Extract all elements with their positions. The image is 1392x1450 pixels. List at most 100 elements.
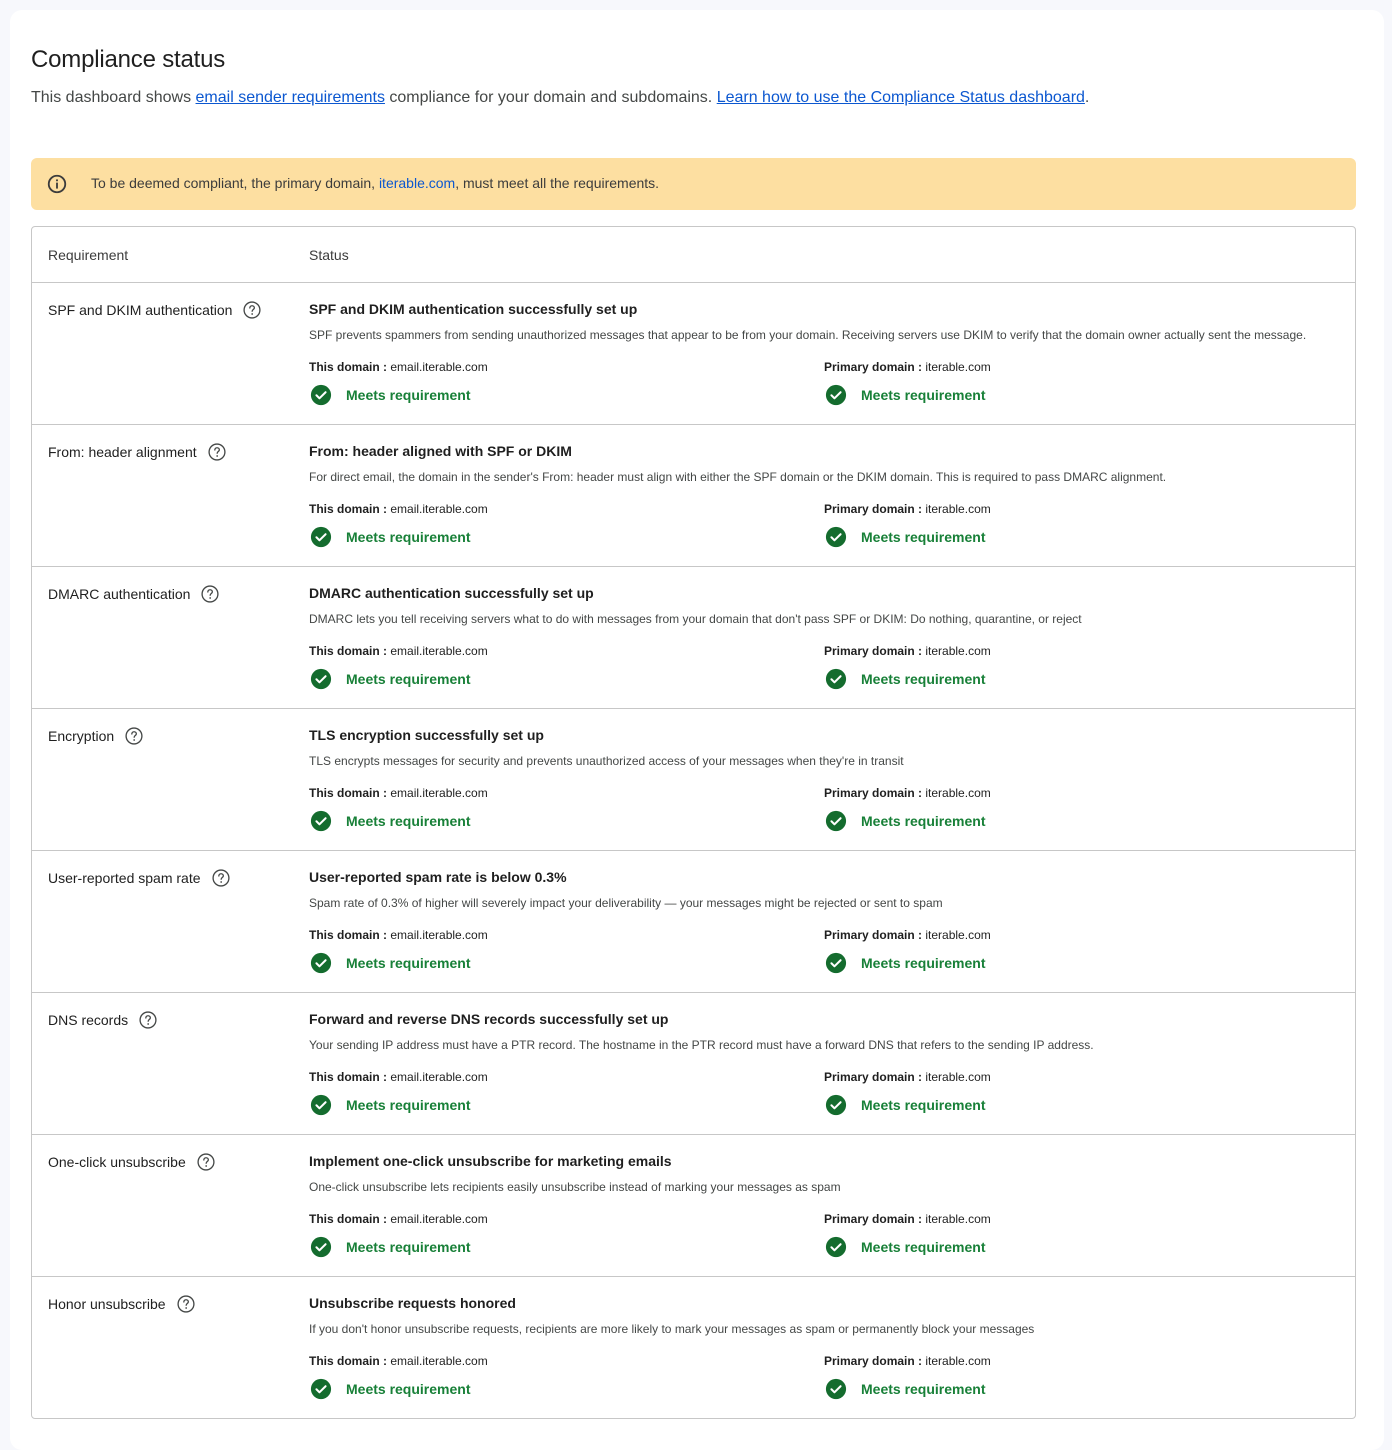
primary-domain-line: Primary domain : iterable.com bbox=[824, 1354, 991, 1368]
this-domain-line: This domain : email.iterable.com bbox=[309, 502, 488, 516]
subtitle-text: This dashboard shows bbox=[31, 89, 196, 106]
learn-dashboard-link[interactable]: Learn how to use the Compliance Status d… bbox=[717, 89, 1085, 106]
primary-domain-label: Primary domain : bbox=[824, 502, 923, 516]
primary-domain-status: Primary domain : iterable.com Meets requ… bbox=[824, 786, 991, 832]
requirement-name: DMARC authentication bbox=[48, 586, 191, 602]
this-domain-value: email.iterable.com bbox=[390, 502, 488, 516]
help-icon[interactable] bbox=[207, 442, 227, 462]
table-row: Encryption TLS encryption successfully s… bbox=[32, 709, 1355, 851]
status-description: TLS encrypts messages for security and p… bbox=[309, 754, 904, 768]
check-circle-icon bbox=[310, 526, 332, 548]
this-domain-line: This domain : email.iterable.com bbox=[309, 1212, 488, 1226]
requirement-cell: Honor unsubscribe bbox=[48, 1294, 196, 1314]
status-description: SPF prevents spammers from sending unaut… bbox=[309, 328, 1307, 342]
this-domain-label: This domain : bbox=[309, 786, 387, 800]
primary-domain-label: Primary domain : bbox=[824, 1354, 923, 1368]
help-icon[interactable] bbox=[242, 300, 262, 320]
status-description: DMARC lets you tell receiving servers wh… bbox=[309, 612, 1082, 626]
this-domain-line: This domain : email.iterable.com bbox=[309, 360, 488, 374]
table-row: One-click unsubscribe Implement one-clic… bbox=[32, 1135, 1355, 1277]
this-domain-value: email.iterable.com bbox=[390, 1354, 488, 1368]
primary-domain-result: Meets requirement bbox=[824, 668, 991, 690]
this-domain-value: email.iterable.com bbox=[390, 644, 488, 658]
requirement-cell: User-reported spam rate bbox=[48, 868, 231, 888]
this-domain-status-text: Meets requirement bbox=[346, 1239, 471, 1255]
this-domain-status: This domain : email.iterable.com Meets r… bbox=[309, 502, 488, 548]
primary-domain-status-text: Meets requirement bbox=[861, 529, 986, 545]
this-domain-status: This domain : email.iterable.com Meets r… bbox=[309, 1354, 488, 1400]
check-circle-icon bbox=[825, 1236, 847, 1258]
primary-domain-result: Meets requirement bbox=[824, 526, 991, 548]
primary-domain-line: Primary domain : iterable.com bbox=[824, 786, 991, 800]
status-description: For direct email, the domain in the send… bbox=[309, 470, 1167, 484]
help-icon[interactable] bbox=[124, 726, 144, 746]
check-circle-icon bbox=[825, 526, 847, 548]
help-icon[interactable] bbox=[176, 1294, 196, 1314]
primary-domain-status: Primary domain : iterable.com Meets requ… bbox=[824, 1354, 991, 1400]
this-domain-value: email.iterable.com bbox=[390, 1070, 488, 1084]
check-circle-icon bbox=[825, 810, 847, 832]
help-icon[interactable] bbox=[211, 868, 231, 888]
check-circle-icon bbox=[310, 952, 332, 974]
this-domain-status: This domain : email.iterable.com Meets r… bbox=[309, 1070, 488, 1116]
this-domain-status: This domain : email.iterable.com Meets r… bbox=[309, 360, 488, 406]
requirement-cell: DMARC authentication bbox=[48, 584, 220, 604]
requirements-table: Requirement Status SPF and DKIM authenti… bbox=[31, 226, 1356, 1419]
email-sender-requirements-link[interactable]: email sender requirements bbox=[196, 89, 385, 106]
help-icon[interactable] bbox=[200, 584, 220, 604]
this-domain-result: Meets requirement bbox=[309, 526, 488, 548]
check-circle-icon bbox=[825, 952, 847, 974]
this-domain-label: This domain : bbox=[309, 928, 387, 942]
primary-domain-label: Primary domain : bbox=[824, 928, 923, 942]
primary-domain-line: Primary domain : iterable.com bbox=[824, 1212, 991, 1226]
primary-domain-label: Primary domain : bbox=[824, 786, 923, 800]
requirement-cell: Encryption bbox=[48, 726, 144, 746]
this-domain-label: This domain : bbox=[309, 644, 387, 658]
primary-domain-line: Primary domain : iterable.com bbox=[824, 928, 991, 942]
banner-message: To be deemed compliant, the primary doma… bbox=[91, 175, 659, 191]
primary-domain-line: Primary domain : iterable.com bbox=[824, 644, 991, 658]
help-icon[interactable] bbox=[196, 1152, 216, 1172]
this-domain-status: This domain : email.iterable.com Meets r… bbox=[309, 928, 488, 974]
this-domain-result: Meets requirement bbox=[309, 1094, 488, 1116]
this-domain-status-text: Meets requirement bbox=[346, 529, 471, 545]
primary-domain-line: Primary domain : iterable.com bbox=[824, 1070, 991, 1084]
status-title: TLS encryption successfully set up bbox=[309, 727, 544, 743]
status-description: Spam rate of 0.3% of higher will severel… bbox=[309, 896, 943, 910]
primary-domain-line: Primary domain : iterable.com bbox=[824, 502, 991, 516]
check-circle-icon bbox=[310, 384, 332, 406]
this-domain-label: This domain : bbox=[309, 1070, 387, 1084]
this-domain-label: This domain : bbox=[309, 1354, 387, 1368]
this-domain-line: This domain : email.iterable.com bbox=[309, 1354, 488, 1368]
primary-domain-result: Meets requirement bbox=[824, 384, 991, 406]
this-domain-line: This domain : email.iterable.com bbox=[309, 644, 488, 658]
check-circle-icon bbox=[825, 1378, 847, 1400]
help-icon[interactable] bbox=[138, 1010, 158, 1030]
primary-domain-status-text: Meets requirement bbox=[861, 671, 986, 687]
primary-domain-label: Primary domain : bbox=[824, 360, 923, 374]
requirement-cell: One-click unsubscribe bbox=[48, 1152, 216, 1172]
this-domain-status-text: Meets requirement bbox=[346, 671, 471, 687]
status-title: SPF and DKIM authentication successfully… bbox=[309, 301, 638, 317]
requirement-cell: SPF and DKIM authentication bbox=[48, 300, 262, 320]
primary-domain-value: iterable.com bbox=[925, 1212, 991, 1226]
primary-domain-status: Primary domain : iterable.com Meets requ… bbox=[824, 644, 991, 690]
primary-domain-status: Primary domain : iterable.com Meets requ… bbox=[824, 360, 991, 406]
table-row: SPF and DKIM authentication SPF and DKIM… bbox=[32, 283, 1355, 425]
primary-domain-result: Meets requirement bbox=[824, 1378, 991, 1400]
table-row: DMARC authentication DMARC authenticatio… bbox=[32, 567, 1355, 709]
status-description: If you don't honor unsubscribe requests,… bbox=[309, 1322, 1035, 1336]
requirement-name: DNS records bbox=[48, 1012, 129, 1028]
status-title: User-reported spam rate is below 0.3% bbox=[309, 869, 567, 885]
primary-domain-link[interactable]: iterable.com bbox=[379, 175, 455, 191]
primary-domain-line: Primary domain : iterable.com bbox=[824, 360, 991, 374]
primary-domain-result: Meets requirement bbox=[824, 810, 991, 832]
requirement-name: SPF and DKIM authentication bbox=[48, 302, 233, 318]
requirement-name: User-reported spam rate bbox=[48, 870, 201, 886]
requirement-cell: DNS records bbox=[48, 1010, 158, 1030]
check-circle-icon bbox=[310, 1236, 332, 1258]
table-row: From: header alignment From: header alig… bbox=[32, 425, 1355, 567]
this-domain-status: This domain : email.iterable.com Meets r… bbox=[309, 644, 488, 690]
requirement-name: From: header alignment bbox=[48, 444, 197, 460]
check-circle-icon bbox=[825, 1094, 847, 1116]
